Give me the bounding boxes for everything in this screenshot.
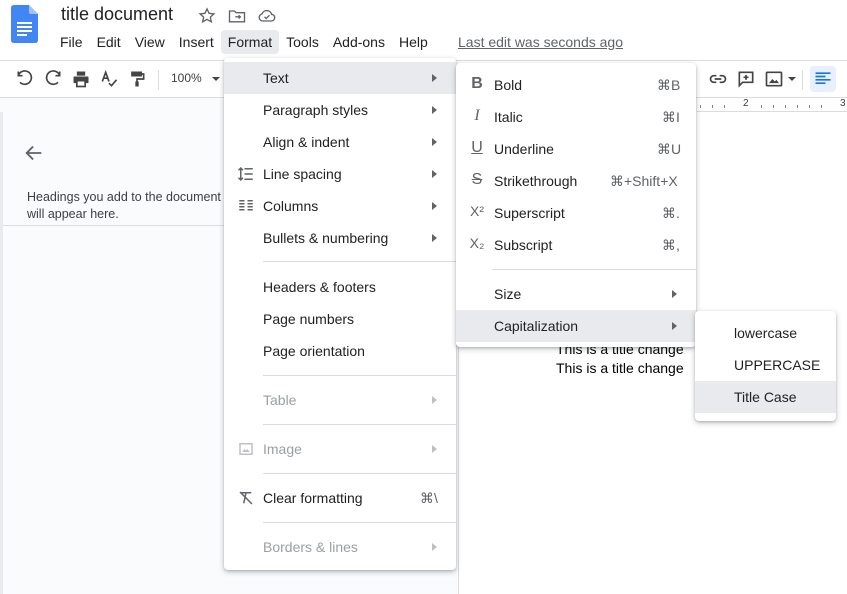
format-menu-headers-footers[interactable]: Headers & footers xyxy=(224,271,456,303)
menu-format[interactable]: Format xyxy=(220,30,280,54)
format-menu-table: Table xyxy=(224,384,456,416)
format-menu-line-spacing[interactable]: Line spacing xyxy=(224,158,456,190)
format-menu-clear-formatting[interactable]: Clear formatting ⌘\ xyxy=(224,482,456,514)
document-text-line[interactable]: This is a title change xyxy=(556,360,684,376)
subscript-icon: X₂ xyxy=(469,235,485,251)
format-menu-image: Image xyxy=(224,433,456,465)
print-icon[interactable] xyxy=(71,69,91,89)
image-icon xyxy=(239,443,253,455)
format-menu-page-orientation[interactable]: Page orientation xyxy=(224,335,456,367)
move-folder-icon[interactable] xyxy=(227,6,247,26)
format-menu-borders-lines: Borders & lines xyxy=(224,531,456,563)
insert-image-icon[interactable] xyxy=(764,69,784,89)
format-menu-bullets-numbering[interactable]: Bullets & numbering xyxy=(224,222,456,254)
cap-lowercase[interactable]: lowercase xyxy=(695,317,836,349)
header: title document File Edit View Insert For… xyxy=(0,0,847,60)
submenu-arrow-icon xyxy=(672,290,677,298)
ruler-number: 2 xyxy=(743,98,749,109)
menu-edit[interactable]: Edit xyxy=(90,30,128,54)
submenu-arrow-icon xyxy=(672,322,677,330)
undo-icon[interactable] xyxy=(15,69,35,89)
text-size[interactable]: Size xyxy=(456,278,696,310)
paint-format-icon[interactable] xyxy=(127,69,147,89)
menu-view[interactable]: View xyxy=(128,30,172,54)
cap-uppercase[interactable]: UPPERCASE xyxy=(695,349,836,381)
align-left-icon xyxy=(815,72,831,84)
zoom-select[interactable]: 100% xyxy=(171,71,202,85)
italic-icon: I xyxy=(474,107,480,124)
submenu-arrow-icon xyxy=(432,396,437,404)
submenu-arrow-icon xyxy=(432,138,437,146)
line-spacing-icon xyxy=(237,166,253,182)
capitalization-submenu: lowercase UPPERCASE Title Case xyxy=(695,311,836,421)
redo-icon[interactable] xyxy=(43,69,63,89)
format-menu-columns[interactable]: Columns xyxy=(224,190,456,222)
format-menu-paragraph-styles[interactable]: Paragraph styles xyxy=(224,94,456,126)
text-italic[interactable]: I Italic ⌘I xyxy=(456,101,696,133)
bold-icon: B xyxy=(471,75,483,92)
submenu-arrow-icon xyxy=(432,445,437,453)
cloud-saved-icon[interactable] xyxy=(257,6,277,26)
outline-hint: Headings you add to the document will ap… xyxy=(27,190,221,221)
last-edit-link[interactable]: Last edit was seconds ago xyxy=(458,34,623,50)
cap-title-case[interactable]: Title Case xyxy=(695,381,836,413)
back-arrow-icon[interactable] xyxy=(23,142,45,164)
menu-insert[interactable]: Insert xyxy=(172,30,221,54)
align-left-button[interactable] xyxy=(810,66,836,92)
zoom-caret-icon[interactable] xyxy=(212,77,220,81)
image-caret-icon[interactable] xyxy=(788,77,796,81)
menu-bar: File Edit View Insert Format Tools Add-o… xyxy=(53,30,435,54)
star-icon[interactable] xyxy=(197,6,217,26)
menu-addons[interactable]: Add-ons xyxy=(326,30,392,54)
format-menu-align-indent[interactable]: Align & indent xyxy=(224,126,456,158)
text-capitalization[interactable]: Capitalization xyxy=(456,310,696,342)
submenu-arrow-icon xyxy=(432,170,437,178)
docs-logo-icon[interactable] xyxy=(11,5,38,43)
submenu-arrow-icon xyxy=(432,202,437,210)
columns-icon xyxy=(239,200,253,211)
document-title[interactable]: title document xyxy=(61,4,173,25)
clear-formatting-icon xyxy=(239,491,253,505)
menu-tools[interactable]: Tools xyxy=(279,30,326,54)
document-outline: Headings you add to the document will ap… xyxy=(3,112,224,225)
submenu-arrow-icon xyxy=(432,543,437,551)
submenu-arrow-icon xyxy=(432,74,437,82)
format-menu-page-numbers[interactable]: Page numbers xyxy=(224,303,456,335)
add-comment-icon[interactable] xyxy=(736,69,756,89)
text-submenu: B Bold ⌘B I Italic ⌘I U Underline ⌘U S S… xyxy=(456,63,696,347)
underline-icon: U xyxy=(471,139,483,156)
text-superscript[interactable]: X² Superscript ⌘. xyxy=(456,197,696,229)
text-subscript[interactable]: X₂ Subscript ⌘, xyxy=(456,229,696,261)
text-bold[interactable]: B Bold ⌘B xyxy=(456,69,696,101)
superscript-icon: X² xyxy=(470,203,484,219)
format-menu: Text Paragraph styles Align & indent Lin… xyxy=(224,58,456,570)
menu-file[interactable]: File xyxy=(53,30,90,54)
spellcheck-icon[interactable] xyxy=(99,69,119,89)
strikethrough-icon: S xyxy=(471,171,483,188)
insert-link-icon[interactable] xyxy=(708,69,728,89)
text-underline[interactable]: U Underline ⌘U xyxy=(456,133,696,165)
text-strikethrough[interactable]: S Strikethrough ⌘+Shift+X xyxy=(456,165,696,197)
format-menu-text[interactable]: Text xyxy=(224,62,456,94)
submenu-arrow-icon xyxy=(432,106,437,114)
ruler: 2 3 xyxy=(697,98,847,112)
ruler-number: 3 xyxy=(840,98,846,109)
submenu-arrow-icon xyxy=(432,234,437,242)
menu-help[interactable]: Help xyxy=(392,30,435,54)
